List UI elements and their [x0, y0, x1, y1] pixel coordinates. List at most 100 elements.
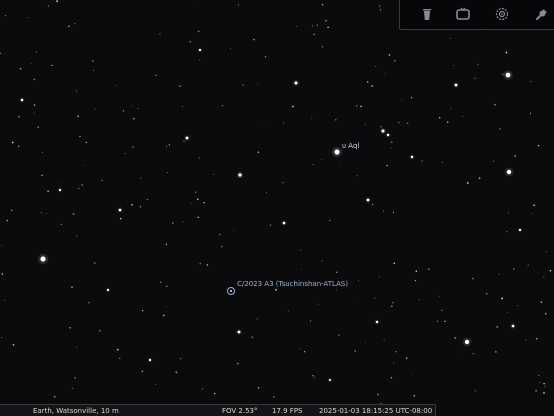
star[interactable] [237, 4, 240, 6]
star[interactable] [340, 165, 341, 166]
star[interactable] [494, 103, 496, 106]
star[interactable] [88, 301, 90, 304]
star[interactable] [496, 326, 498, 328]
star[interactable] [68, 25, 70, 28]
star[interactable] [82, 164, 84, 166]
star[interactable] [300, 250, 302, 251]
star[interactable] [168, 144, 171, 146]
star[interactable] [386, 164, 388, 167]
star[interactable] [382, 210, 384, 212]
star[interactable] [17, 145, 20, 148]
star[interactable] [374, 297, 376, 299]
star[interactable] [146, 198, 148, 201]
star[interactable] [537, 144, 540, 147]
star[interactable] [441, 309, 443, 312]
star[interactable] [505, 51, 508, 54]
star[interactable] [353, 300, 355, 301]
star[interactable] [525, 339, 527, 341]
star[interactable] [194, 191, 197, 193]
star[interactable] [530, 80, 532, 82]
star[interactable] [132, 117, 135, 120]
star[interactable] [253, 38, 255, 41]
star[interactable] [78, 187, 80, 189]
star[interactable] [334, 149, 340, 155]
star[interactable] [377, 393, 379, 396]
star[interactable] [160, 281, 162, 283]
star[interactable] [380, 9, 382, 11]
star[interactable] [126, 201, 128, 203]
star[interactable] [334, 118, 337, 121]
star[interactable] [41, 212, 43, 214]
star[interactable] [390, 376, 393, 379]
star[interactable] [392, 301, 394, 304]
star[interactable] [139, 206, 142, 208]
star[interactable] [317, 303, 319, 305]
star[interactable] [533, 204, 535, 207]
star[interactable] [506, 169, 512, 175]
star[interactable] [421, 160, 423, 162]
star[interactable] [391, 305, 393, 307]
star[interactable] [446, 121, 449, 123]
star[interactable] [263, 121, 265, 123]
location-readout[interactable]: Earth, Watsonville, 10 m [33, 407, 119, 415]
star[interactable] [58, 188, 62, 192]
star[interactable] [72, 213, 75, 215]
star[interactable] [30, 62, 32, 64]
star[interactable] [98, 329, 101, 332]
star[interactable] [301, 268, 302, 270]
star[interactable] [512, 268, 515, 270]
star[interactable] [76, 235, 78, 237]
star[interactable] [360, 105, 362, 107]
star[interactable] [115, 85, 117, 86]
star[interactable] [518, 228, 522, 232]
star[interactable] [545, 313, 547, 315]
star[interactable] [179, 85, 181, 87]
star[interactable] [507, 212, 509, 214]
star[interactable] [398, 122, 400, 124]
star[interactable] [498, 273, 500, 275]
star[interactable] [76, 346, 78, 348]
star[interactable] [46, 213, 48, 215]
star[interactable] [282, 182, 284, 184]
star[interactable] [364, 124, 366, 126]
star[interactable] [325, 19, 327, 22]
star[interactable] [335, 289, 338, 291]
star[interactable] [166, 285, 168, 287]
star[interactable] [393, 362, 395, 364]
star[interactable] [485, 292, 488, 295]
star[interactable] [414, 279, 417, 282]
star[interactable] [69, 327, 71, 329]
star[interactable] [460, 357, 462, 359]
star[interactable] [354, 350, 356, 352]
star[interactable] [312, 163, 314, 165]
star-field[interactable] [0, 0, 554, 416]
star[interactable] [517, 305, 518, 307]
star[interactable] [51, 64, 53, 67]
star[interactable] [163, 314, 165, 317]
star[interactable] [131, 204, 133, 206]
star[interactable] [378, 276, 380, 278]
star[interactable] [314, 377, 315, 378]
star[interactable] [155, 384, 157, 385]
trash-button[interactable] [418, 5, 436, 23]
star[interactable] [94, 108, 96, 110]
star[interactable] [406, 122, 409, 125]
star[interactable] [76, 90, 78, 92]
star[interactable] [321, 158, 323, 160]
star[interactable] [287, 310, 289, 312]
star[interactable] [56, 0, 58, 3]
star[interactable] [444, 320, 446, 322]
star[interactable] [321, 260, 323, 262]
star[interactable] [358, 280, 359, 282]
star[interactable] [383, 339, 385, 340]
star[interactable] [47, 5, 50, 7]
star[interactable] [198, 157, 201, 159]
star[interactable] [81, 184, 84, 186]
star[interactable] [327, 26, 329, 29]
star[interactable] [412, 374, 413, 376]
star[interactable] [439, 295, 440, 297]
star[interactable] [221, 245, 223, 248]
star[interactable] [201, 388, 204, 390]
star[interactable] [329, 219, 331, 222]
star[interactable] [141, 370, 144, 373]
